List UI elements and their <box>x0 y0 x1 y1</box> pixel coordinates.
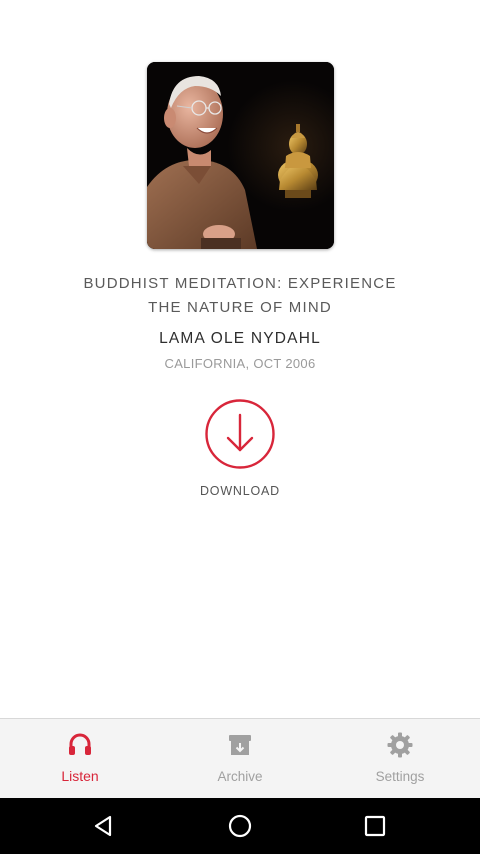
tab-listen-label: Listen <box>61 768 99 784</box>
back-icon <box>94 815 112 837</box>
back-button[interactable] <box>88 810 120 842</box>
cover-image <box>147 62 334 249</box>
talk-title-line-2: THE NATURE OF MIND <box>148 299 332 316</box>
download-button[interactable] <box>204 398 276 470</box>
recents-button[interactable] <box>359 810 391 842</box>
main-content: BUDDHIST MEDITATION: EXPERIENCE THE NATU… <box>0 0 480 718</box>
gear-icon <box>386 731 414 759</box>
system-navigation-bar <box>0 798 480 854</box>
recents-icon <box>364 815 386 837</box>
location-date: CALIFORNIA, OCT 2006 <box>164 356 316 371</box>
bottom-tab-bar: Listen Archive Settings <box>0 718 480 798</box>
talk-title: BUDDHIST MEDITATION: EXPERIENCE THE NATU… <box>40 272 440 320</box>
tab-settings[interactable]: Settings <box>320 719 480 798</box>
tab-listen[interactable]: Listen <box>0 719 160 798</box>
tab-settings-label: Settings <box>375 769 425 784</box>
download-label[interactable]: DOWNLOAD <box>140 484 340 498</box>
home-icon <box>228 814 252 838</box>
home-button[interactable] <box>224 810 256 842</box>
headphones-icon <box>66 731 94 759</box>
talk-title-line-1: BUDDHIST MEDITATION: EXPERIENCE <box>83 275 397 292</box>
archive-box-icon <box>226 731 254 759</box>
tab-archive[interactable]: Archive <box>160 719 320 798</box>
download-arrow-circle-icon <box>205 399 275 469</box>
speaker-name: LAMA OLE NYDAHL <box>159 330 321 347</box>
tab-archive-label: Archive <box>217 769 263 784</box>
